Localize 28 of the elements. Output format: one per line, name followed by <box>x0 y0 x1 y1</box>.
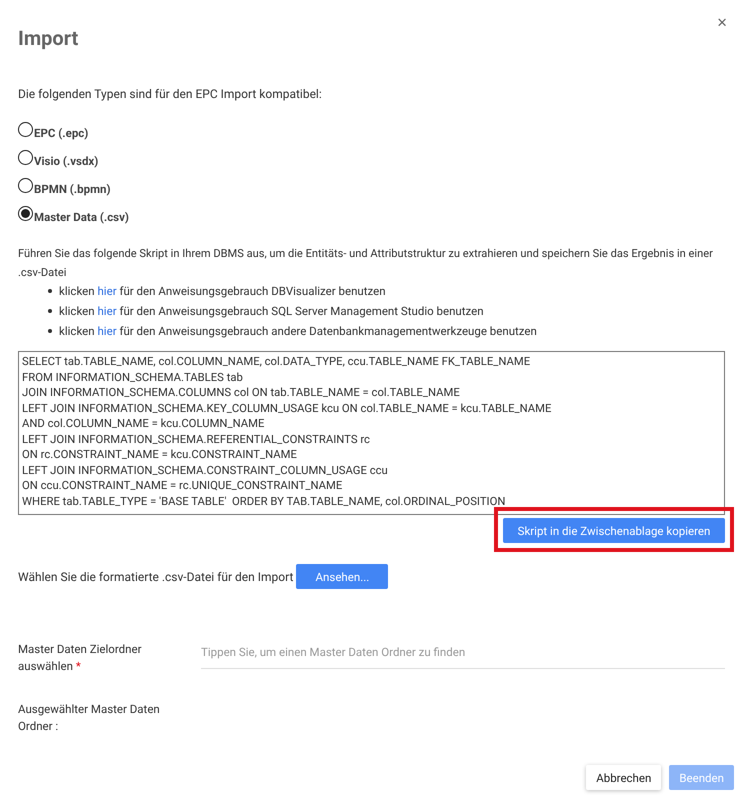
close-button[interactable]: × <box>717 14 727 31</box>
cancel-button[interactable]: Abbrechen <box>586 765 662 790</box>
radio-button[interactable] <box>18 150 33 165</box>
copy-script-button[interactable]: Skript in die Zwischenablage kopieren <box>503 518 725 543</box>
radio-button[interactable] <box>18 178 33 193</box>
radio-label[interactable]: BPMN (.bpmn) <box>34 182 111 196</box>
bullet-icon <box>48 309 52 313</box>
radio-label[interactable]: EPC (.epc) <box>34 126 88 140</box>
instructions-text: Führen Sie das folgende Skript in Ihrem DBMS aus, um die Entitäts- und Attributstruktur zu extrahieren und speichern Sie das Ergebnis in einer .csv-Datei <box>18 246 714 281</box>
field-label: Master Daten Zielordner auswählen * <box>18 641 142 675</box>
radio-label[interactable]: Visio (.vsdx) <box>34 154 98 168</box>
bullet-icon <box>48 289 52 293</box>
instruction-item: klicken hier für den Anweisungsgebrauch SQL Server Management Studio benutzen <box>59 303 484 319</box>
radio-label[interactable]: Master Data (.csv) <box>34 210 129 224</box>
help-link[interactable]: hier <box>97 324 117 338</box>
script-field[interactable]: SELECT tab.TABLE_NAME, col.COLUMN_NAME, col.DATA_TYPE, ccu.TABLE_NAME FK_TABLE_NAME FROM INFORMATION_SCHEMA.TABLES tab JOIN INFORMATION_SCHEMA.COLUMNS col ON tab.TABLE_NAME = col.TABLE_NAME LEFT JOIN INFORMATION_SCHEMA.KEY_COLUMN_USAGE kcu ON col.TABLE_NAME = kcu.TABLE_NAME AND col.COLUMN_NAME = kcu.COLUMN_NAME LEFT JOIN INFORMATION_SCHEMA.REFERENTIAL_CONSTRAINTS rc ON rc.CONSTRAINT_NAME = kcu.CONSTRAINT_NAME LEFT JOIN INFORMATION_SCHEMA.CONSTRAINT_COLUMN_USAGE ccu ON ccu.CONSTRAINT_NAME = rc.UNIQUE_CONSTRAINT_NAME WHERE tab.TABLE_TYPE = 'BASE TABLE' ORDER BY TAB.TABLE_NAME, col.ORDINAL_POSITION <box>18 351 725 515</box>
dialog-title: Import <box>18 25 78 50</box>
help-link[interactable]: hier <box>97 284 117 298</box>
selected-folder-label: Ausgewählter Master Daten Ordner : <box>18 701 161 735</box>
instruction-item: klicken hier für den Anweisungsgebrauch andere Datenbankmanagementwerkzeuge benutzen <box>59 323 537 339</box>
browse-button[interactable]: Ansehen... <box>296 564 388 589</box>
file-pick-label: Wählen Sie die formatierte .csv-Datei für den Import <box>18 570 294 584</box>
bullet-icon <box>48 329 52 333</box>
radio-button[interactable] <box>18 122 33 137</box>
radio-button[interactable] <box>18 206 33 221</box>
instruction-item: klicken hier für den Anweisungsgebrauch DBVisualizer benutzen <box>59 283 386 299</box>
intro-text: Die folgenden Typen sind für den EPC Import kompatibel: <box>18 86 323 102</box>
help-link[interactable]: hier <box>97 304 117 318</box>
